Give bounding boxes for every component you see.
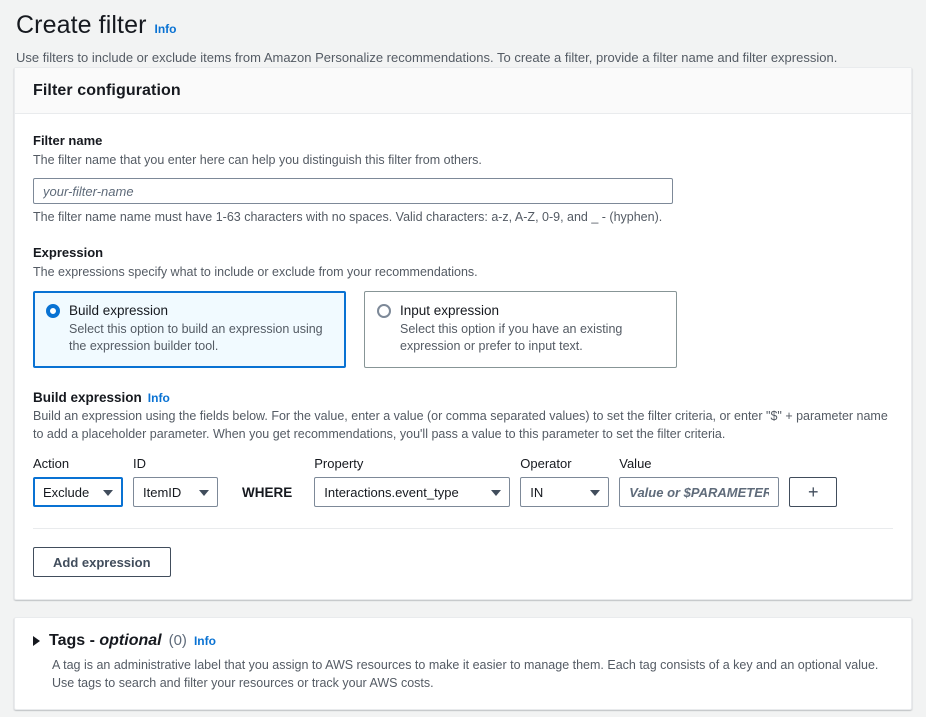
operator-select-value: IN bbox=[530, 485, 543, 500]
id-select-value: ItemID bbox=[143, 485, 181, 500]
tags-title-text: Tags - bbox=[49, 632, 99, 649]
radio-tile-input-header: Input expression bbox=[377, 303, 664, 318]
tags-panel: Tags - optional (0) Info A tag is an adm… bbox=[14, 617, 912, 710]
radio-description-input-expression: Select this option if you have an existi… bbox=[400, 321, 664, 355]
operator-select[interactable]: IN bbox=[520, 477, 609, 507]
tags-info-link[interactable]: Info bbox=[194, 634, 216, 648]
tags-count: (0) bbox=[169, 632, 187, 649]
panel-header: Filter configuration bbox=[15, 68, 911, 114]
filter-configuration-panel: Filter configuration Filter name The fil… bbox=[14, 67, 912, 600]
expression-label: Expression bbox=[33, 244, 893, 261]
operator-column: Operator IN bbox=[520, 455, 609, 507]
expression-description: The expressions specify what to include … bbox=[33, 264, 893, 281]
tags-title: Tags - optional bbox=[49, 632, 162, 650]
tags-body: Tags - optional (0) Info A tag is an adm… bbox=[15, 618, 911, 709]
tags-header[interactable]: Tags - optional (0) Info bbox=[33, 632, 893, 650]
build-expression-title-row: Build expression Info bbox=[33, 390, 893, 405]
expression-options: Build expression Select this option to b… bbox=[33, 291, 893, 368]
expand-collapse-icon[interactable] bbox=[33, 636, 40, 646]
value-label: Value bbox=[619, 455, 779, 472]
radio-tile-build-expression[interactable]: Build expression Select this option to b… bbox=[33, 291, 346, 368]
panel-body: Filter name The filter name that you ent… bbox=[15, 114, 911, 599]
id-label: ID bbox=[133, 455, 218, 472]
filter-name-input[interactable] bbox=[33, 178, 673, 204]
page-header: Create filter Info Use filters to includ… bbox=[0, 0, 926, 67]
create-filter-page: Create filter Info Use filters to includ… bbox=[0, 0, 926, 717]
id-select[interactable]: ItemID bbox=[133, 477, 218, 507]
action-label: Action bbox=[33, 455, 123, 472]
build-expression-title: Build expression bbox=[33, 390, 142, 405]
tags-title-optional: optional bbox=[99, 632, 161, 649]
chevron-down-icon bbox=[590, 490, 600, 496]
panel-title: Filter configuration bbox=[33, 82, 893, 100]
build-expression-info-link[interactable]: Info bbox=[148, 391, 170, 405]
build-expression-section: Build expression Info Build an expressio… bbox=[33, 390, 893, 577]
build-expression-description: Build an expression using the fields bel… bbox=[33, 407, 893, 443]
action-column: Action Exclude bbox=[33, 455, 123, 507]
radio-label-input-expression: Input expression bbox=[400, 303, 499, 318]
radio-button-input-expression[interactable] bbox=[377, 304, 391, 318]
page-description: Use filters to include or exclude items … bbox=[16, 49, 910, 67]
radio-button-build-expression[interactable] bbox=[46, 304, 60, 318]
expression-field: Expression The expressions specify what … bbox=[33, 244, 893, 368]
action-select-value: Exclude bbox=[43, 485, 89, 500]
plus-icon: + bbox=[808, 483, 819, 501]
add-row-button[interactable]: + bbox=[789, 477, 837, 507]
chevron-down-icon bbox=[103, 490, 113, 496]
action-select[interactable]: Exclude bbox=[33, 477, 123, 507]
where-label: WHERE bbox=[242, 485, 292, 507]
radio-tile-build-header: Build expression bbox=[46, 303, 333, 318]
value-input[interactable] bbox=[619, 477, 779, 507]
operator-label: Operator bbox=[520, 455, 609, 472]
radio-tile-input-expression[interactable]: Input expression Select this option if y… bbox=[364, 291, 677, 368]
expression-builder-row: Action Exclude ID ItemID WHERE bbox=[33, 455, 893, 507]
page-title: Create filter bbox=[16, 10, 147, 40]
property-select-value: Interactions.event_type bbox=[324, 485, 458, 500]
page-title-row: Create filter Info bbox=[16, 10, 910, 40]
form-actions: Cancel Create filter bbox=[0, 710, 926, 717]
chevron-down-icon bbox=[199, 490, 209, 496]
chevron-down-icon bbox=[491, 490, 501, 496]
property-select[interactable]: Interactions.event_type bbox=[314, 477, 510, 507]
radio-label-build-expression: Build expression bbox=[69, 303, 168, 318]
page-info-link[interactable]: Info bbox=[155, 22, 177, 36]
filter-name-constraint: The filter name name must have 1-63 char… bbox=[33, 209, 893, 226]
tags-description: A tag is an administrative label that yo… bbox=[52, 656, 893, 692]
radio-description-build-expression: Select this option to build an expressio… bbox=[69, 321, 333, 355]
property-column: Property Interactions.event_type bbox=[314, 455, 510, 507]
expression-divider bbox=[33, 528, 893, 529]
property-label: Property bbox=[314, 455, 510, 472]
id-column: ID ItemID bbox=[133, 455, 218, 507]
filter-name-description: The filter name that you enter here can … bbox=[33, 152, 893, 169]
value-column: Value bbox=[619, 455, 779, 507]
add-expression-button[interactable]: Add expression bbox=[33, 547, 171, 577]
filter-name-label: Filter name bbox=[33, 132, 893, 149]
filter-name-field: Filter name The filter name that you ent… bbox=[33, 132, 893, 226]
